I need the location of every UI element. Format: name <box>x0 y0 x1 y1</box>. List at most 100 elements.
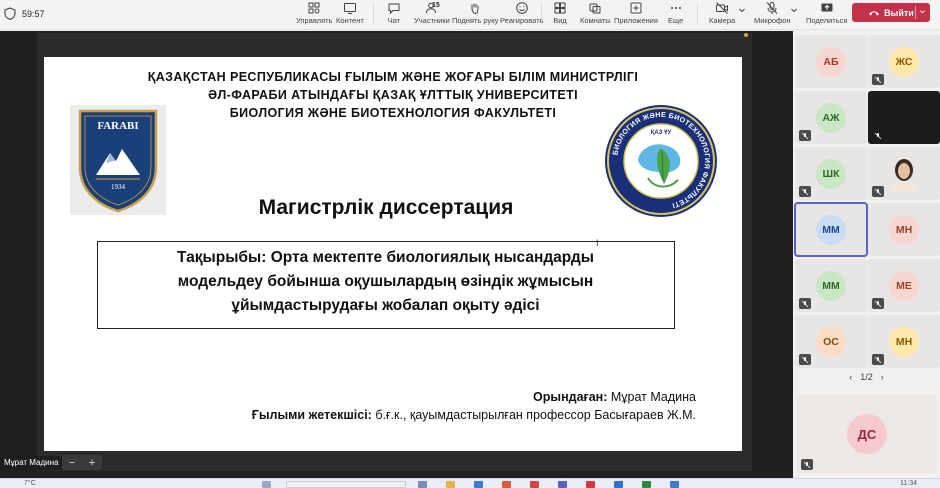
os-taskbar: 7°C 11:34 <box>0 478 940 488</box>
participant-tile[interactable]: АЖ <box>795 91 867 144</box>
leave-options-chevron-icon[interactable] <box>919 8 926 15</box>
mic-off-icon <box>766 2 778 14</box>
more-button[interactable]: Еще <box>668 0 683 30</box>
pager-prev-chevron-icon[interactable]: ‹ <box>849 372 852 382</box>
participant-tile[interactable]: МН <box>868 315 940 368</box>
mic-button[interactable]: Микрофон <box>754 0 791 30</box>
leave-button[interactable]: Выйти <box>852 3 930 22</box>
topic-box: Тақырыбы: Орта мектепте биологиялық ныса… <box>97 241 675 329</box>
participant-tile[interactable]: ММ <box>795 259 867 312</box>
add-apps-icon <box>630 2 642 14</box>
mic-options-chevron-icon[interactable] <box>790 6 798 14</box>
view-label: Вид <box>553 16 567 25</box>
participant-tile[interactable]: ШК <box>795 147 867 200</box>
camera-off-icon <box>716 2 729 14</box>
apps-button[interactable]: Приложения <box>614 0 658 30</box>
zoom-in-button[interactable]: + <box>89 457 95 469</box>
text-cursor-icon: I <box>596 238 599 248</box>
avatar: МЕ <box>889 270 919 301</box>
start-icon[interactable] <box>262 481 271 488</box>
view-button[interactable]: Вид <box>553 0 567 30</box>
rooms-button[interactable]: Комнаты <box>580 0 611 30</box>
share-button[interactable]: Поделиться <box>806 0 847 30</box>
manage-button[interactable]: Управлять <box>296 0 332 30</box>
participant-tile[interactable]: ЖС <box>868 35 940 88</box>
mic-off-icon <box>874 300 882 307</box>
camera-button[interactable]: Камера <box>709 0 735 30</box>
clock-text: 11:34 <box>900 480 917 487</box>
manage-label: Управлять <box>296 16 333 25</box>
store-icon[interactable] <box>502 481 511 488</box>
apps-label: Приложения <box>614 16 658 25</box>
content-button[interactable]: Контент <box>336 0 364 30</box>
app-icon[interactable] <box>670 481 679 488</box>
camera-label: Камера <box>709 16 736 25</box>
edge-icon[interactable] <box>474 481 483 488</box>
call-info: 59:57 <box>4 7 45 20</box>
weather-text: 7°C <box>24 480 36 487</box>
participants-label: Участники <box>414 16 450 25</box>
app-icon[interactable] <box>586 481 595 488</box>
topic-line-1: Тақырыбы: Орта мектепте биологиялық ныса… <box>177 249 594 266</box>
zoom-controls: − + <box>62 455 102 470</box>
phone-hangup-icon <box>869 10 880 15</box>
task-view-icon[interactable] <box>418 481 427 488</box>
avatar: ШК <box>816 158 846 189</box>
mic-off-icon <box>874 76 882 83</box>
app-icon[interactable] <box>614 481 623 488</box>
gallery-pager: ‹ 1/2 › <box>793 372 940 382</box>
featured-participant-tile[interactable]: ДС <box>797 395 937 473</box>
leave-label: Выйти <box>884 7 914 18</box>
taskbar-search-box[interactable] <box>286 481 406 488</box>
avatar: ЖС <box>889 46 919 77</box>
pager-next-chevron-icon[interactable]: › <box>881 372 884 382</box>
app-icon[interactable] <box>642 481 651 488</box>
zoom-out-button[interactable]: − <box>69 457 75 469</box>
mic-label: Микрофон <box>754 16 791 25</box>
toolbar-divider <box>373 4 374 24</box>
avatar: ММ <box>816 214 846 245</box>
participant-tile[interactable]: ММ <box>794 202 868 257</box>
grid-settings-icon <box>308 2 320 14</box>
mic-muted-indicator <box>799 298 811 309</box>
avatar: МН <box>889 326 919 357</box>
mic-off-icon <box>801 188 809 195</box>
raise-hand-label: Поднять руку <box>452 16 499 25</box>
file-explorer-icon[interactable] <box>446 481 455 488</box>
author-line: Орындаған: Мұрат Мадина <box>533 390 696 404</box>
participants-count: 15 <box>432 2 440 9</box>
supervisor-name: б.ғ.к., қауымдастырылған профессор Басығ… <box>371 408 696 422</box>
raise-hand-button[interactable]: Поднять руку <box>452 0 498 30</box>
share-label: Поделиться <box>806 16 848 25</box>
participants-button[interactable]: 15 Участники <box>414 0 450 30</box>
react-button[interactable]: Реагировать <box>500 0 544 30</box>
participant-tile[interactable]: МН <box>868 203 940 256</box>
participant-tile[interactable] <box>868 91 940 144</box>
participant-tile[interactable] <box>868 147 940 200</box>
chrome-icon[interactable] <box>530 481 539 488</box>
avatar: ОС <box>816 326 846 357</box>
mic-muted-indicator <box>801 459 813 470</box>
slide-header-university: ӘЛ-ФАРАБИ АТЫНДАҒЫ ҚАЗАҚ ҰЛТТЫҚ УНИВЕРСИ… <box>208 88 578 102</box>
teams-icon[interactable] <box>558 481 567 488</box>
participant-tile[interactable]: АБ <box>795 35 867 88</box>
sharing-indicator-dot <box>744 33 748 37</box>
chat-label: Чат <box>387 16 401 25</box>
content-label: Контент <box>336 16 364 25</box>
mic-off-icon <box>801 300 809 307</box>
participant-tile[interactable]: МЕ <box>868 259 940 312</box>
mic-muted-indicator <box>872 74 884 85</box>
avatar: ДС <box>847 414 887 454</box>
chat-button[interactable]: Чат <box>387 0 401 30</box>
chat-icon <box>388 3 400 15</box>
mic-off-icon <box>801 132 809 139</box>
participant-tile[interactable]: ОС <box>795 315 867 368</box>
supervisor-line: Ғылыми жетекшісі: б.ғ.к., қауымдастырылғ… <box>252 408 696 422</box>
slide-title: Магистрлік диссертация <box>258 196 514 219</box>
mic-muted-indicator <box>799 130 811 141</box>
svg-text:FARABI: FARABI <box>97 120 138 132</box>
mic-off-icon <box>801 356 809 363</box>
supervisor-label: Ғылыми жетекшісі: <box>251 408 372 422</box>
camera-options-chevron-icon[interactable] <box>738 6 746 14</box>
shield-icon <box>4 7 16 20</box>
